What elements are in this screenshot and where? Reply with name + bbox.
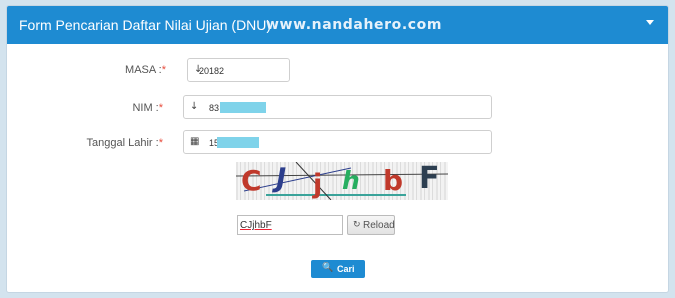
required-mark: * xyxy=(158,137,163,149)
reload-captcha-button[interactable]: ↻ Reload xyxy=(347,215,395,235)
tanggal-lahir-field[interactable]: ▦ 15 xyxy=(183,130,492,154)
reload-label: Reload xyxy=(363,220,395,231)
required-mark: * xyxy=(158,102,163,114)
watermark-text: www.nandahero.com xyxy=(266,17,443,33)
captcha-char: b xyxy=(383,164,404,197)
captcha-char: h xyxy=(342,166,360,195)
redaction-mask xyxy=(220,102,266,113)
refresh-icon: ↻ xyxy=(353,220,361,230)
tanggal-lahir-label: Tanggal Lahir :* xyxy=(86,137,163,149)
redaction-mask xyxy=(217,137,259,148)
panel-title: Form Pencarian Daftar Nilai Ujian (DNU) xyxy=(19,17,272,33)
nim-field[interactable]: ↓ 83 xyxy=(183,95,492,119)
nim-value: 83 xyxy=(209,103,220,113)
caret-down-icon[interactable] xyxy=(646,20,654,25)
captcha-input[interactable]: CJjhbF xyxy=(237,215,343,235)
nim-label: NIM :* xyxy=(132,102,163,114)
search-form-panel: Form Pencarian Daftar Nilai Ujian (DNU) … xyxy=(6,5,669,293)
captcha-image: C J j h b F xyxy=(236,162,448,200)
sort-numeric-icon: ↓ xyxy=(190,101,199,112)
captcha-input-value: CJjhbF xyxy=(240,220,272,231)
cari-label: Cari xyxy=(337,264,355,274)
cari-button[interactable]: 🔍 Cari xyxy=(311,260,365,278)
masa-value: 20182 xyxy=(199,66,225,76)
masa-field[interactable]: ↓ 20182 xyxy=(187,58,290,82)
calendar-icon: ▦ xyxy=(190,136,200,147)
captcha-char: C xyxy=(241,164,262,197)
masa-label: MASA :* xyxy=(125,64,166,76)
panel-header: Form Pencarian Daftar Nilai Ujian (DNU) … xyxy=(7,6,668,44)
required-mark: * xyxy=(161,64,166,76)
captcha-char: F xyxy=(419,162,440,196)
captcha-char: j xyxy=(313,169,323,200)
search-icon: 🔍 xyxy=(322,263,334,273)
